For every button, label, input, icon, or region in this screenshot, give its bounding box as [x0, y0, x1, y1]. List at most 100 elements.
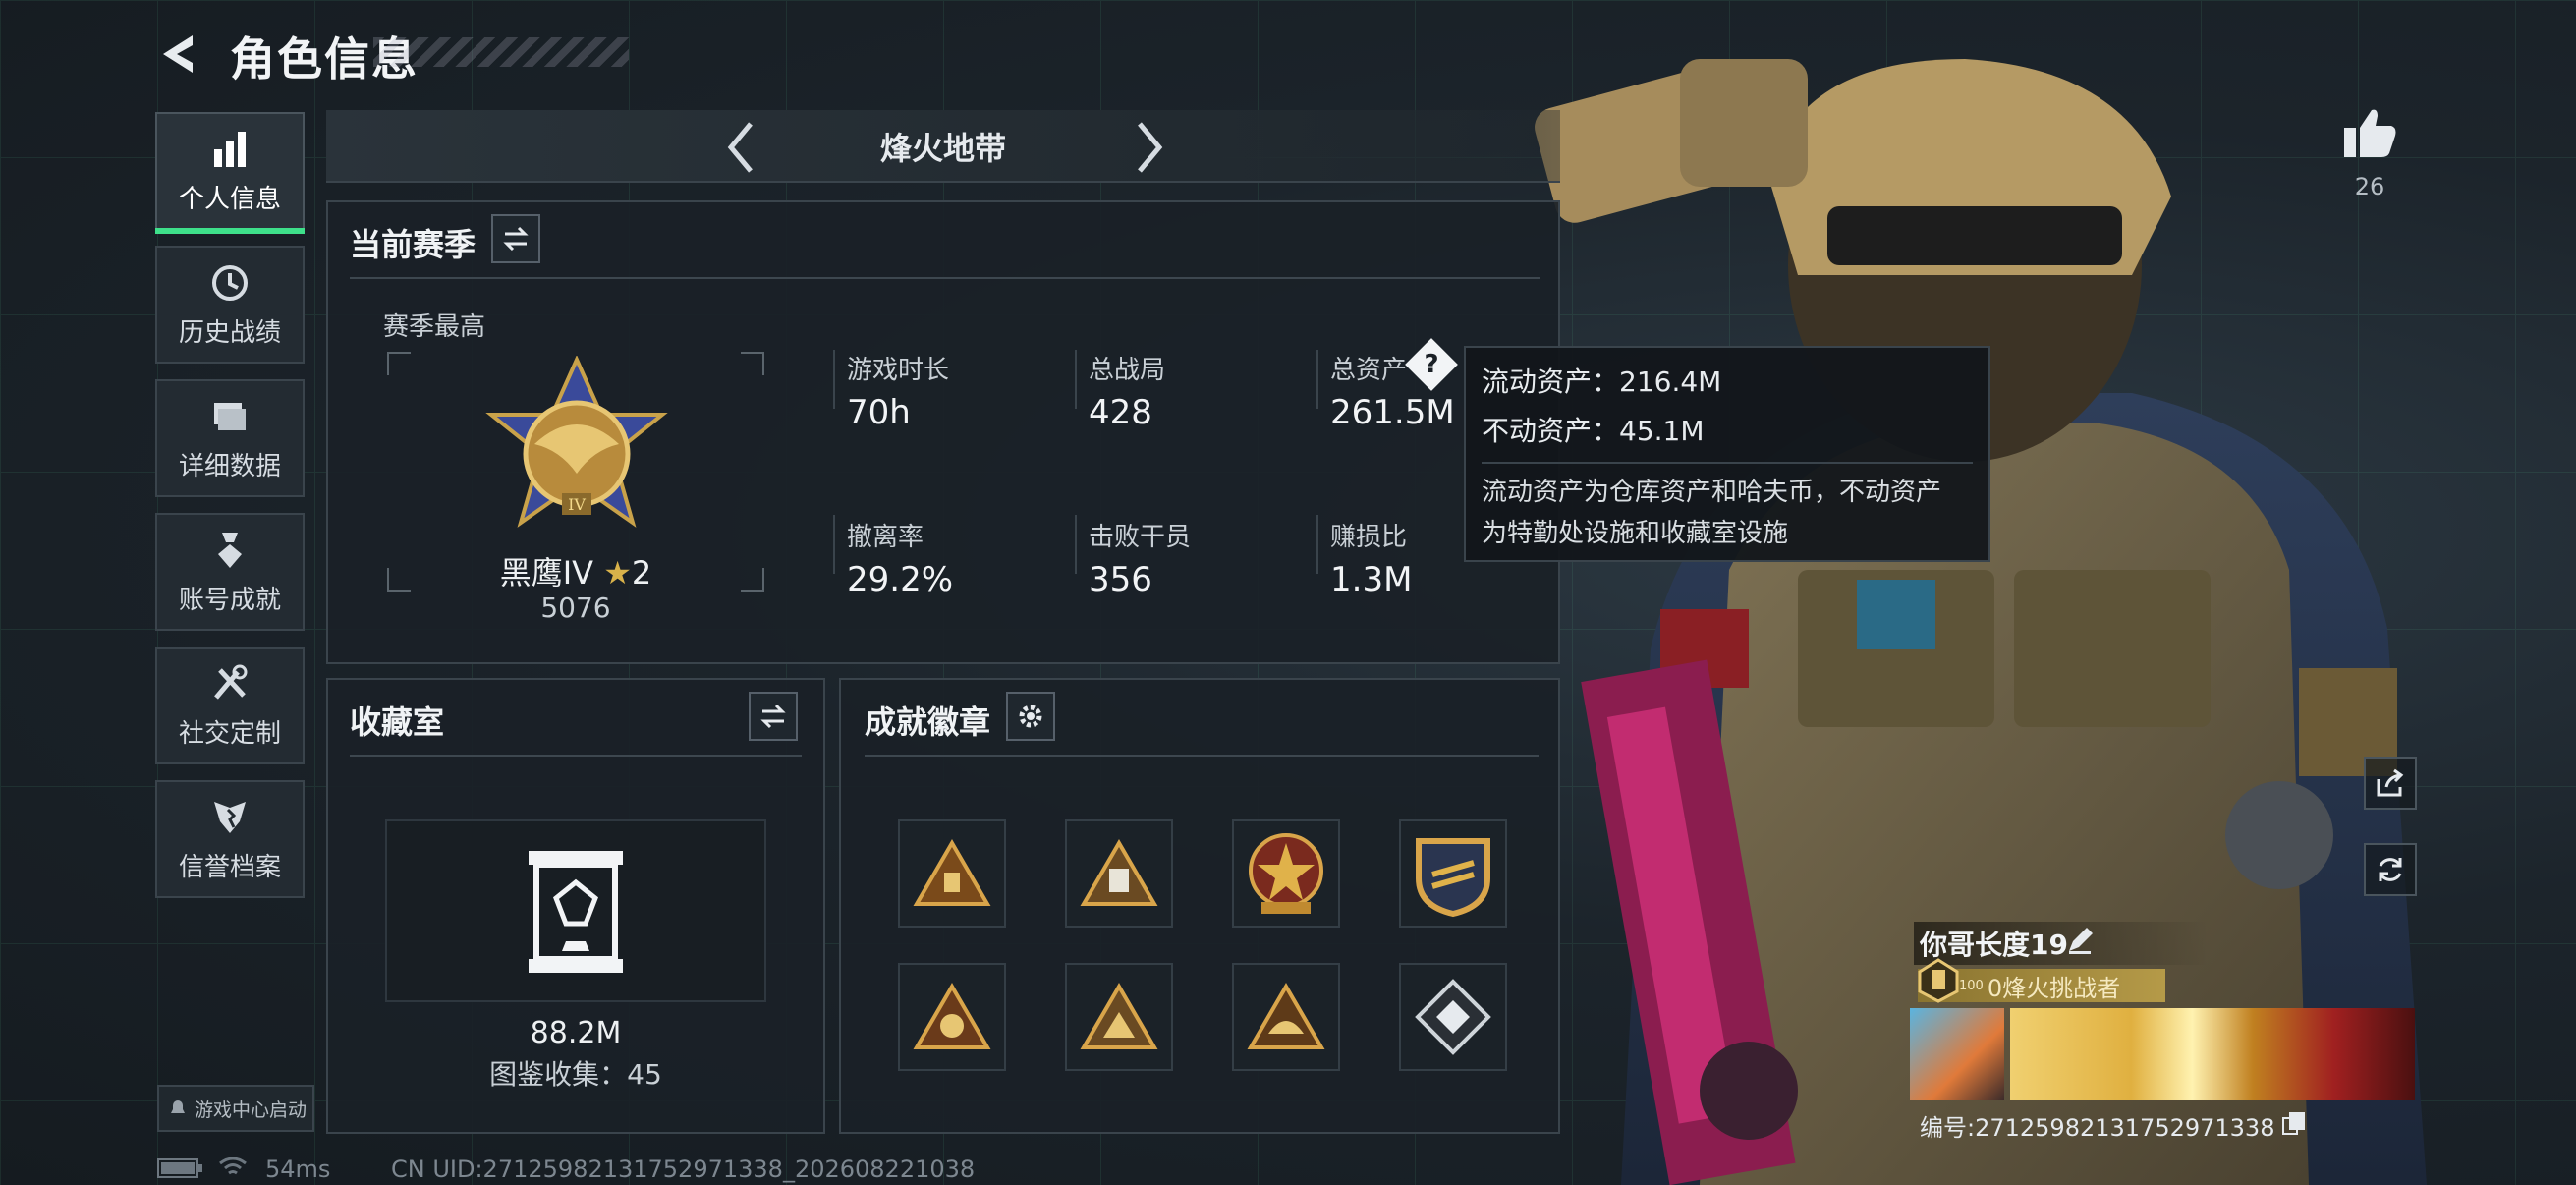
liquid-assets: 流动资产：216.4M: [1482, 366, 1722, 398]
folder-icon: [214, 402, 246, 430]
mode-label: 烽火地带: [879, 130, 1006, 167]
sidebar-item-personal-info[interactable]: 个人信息: [155, 112, 305, 234]
collection-value: 88.2M: [530, 1016, 622, 1050]
rank-name: 黑鹰IV: [499, 554, 594, 592]
thumbs-up-icon[interactable]: [2340, 106, 2399, 159]
season-best-label: 赛季最高: [383, 312, 486, 342]
achievement-badge[interactable]: [1232, 819, 1340, 928]
share-icon: [2377, 768, 2404, 797]
stat-label: 总战局: [1089, 356, 1166, 385]
wifi-icon: [219, 1157, 247, 1175]
sidebar-item-label: 详细数据: [178, 451, 281, 481]
refresh-icon: [2379, 858, 2402, 881]
stat-value: 29.2%: [847, 560, 954, 599]
achievement-badge[interactable]: [898, 963, 1006, 1071]
swap-icon: [760, 704, 786, 729]
diamond-badge-icon: [1415, 979, 1491, 1055]
divider: [350, 755, 802, 757]
refresh-button[interactable]: [2364, 843, 2417, 896]
chevron-right-icon[interactable]: [1130, 118, 1169, 177]
sidebar-item-reputation[interactable]: 信誉档案: [155, 780, 305, 898]
gear-icon: [1019, 705, 1042, 728]
triangle-badge-icon: [1080, 839, 1158, 906]
stat-label: 击败干员: [1089, 523, 1192, 552]
rank-name-line: 黑鹰IV ★2: [385, 548, 766, 593]
fixed-assets: 不动资产：45.1M: [1482, 415, 1705, 447]
star-icon: ★: [603, 554, 632, 592]
stat-value: 1.3M: [1330, 560, 1413, 599]
player-title-tag: 100 0烽火挑战者: [1918, 958, 2165, 1003]
player-avatar[interactable]: [1910, 1008, 2004, 1100]
triangle-badge-icon: [913, 839, 991, 906]
stat-value: 356: [1089, 560, 1152, 599]
ping-value: 54ms: [265, 1156, 331, 1183]
help-icon-glyph: ?: [1424, 350, 1439, 379]
swap-icon: [503, 226, 529, 252]
sidebar-item-history[interactable]: 历史战绩: [155, 246, 305, 364]
game-center-launch-button[interactable]: 游戏中心启动: [157, 1085, 314, 1132]
achievement-badge[interactable]: [1232, 963, 1340, 1071]
collection-title: 收藏室: [350, 704, 445, 741]
shield-icon: [214, 801, 246, 833]
achievement-badge[interactable]: [1065, 819, 1173, 928]
achievements-settings-button[interactable]: [1006, 692, 1055, 741]
level-emblem-icon: [1918, 958, 1959, 1003]
sidebar-item-label: 历史战绩: [178, 317, 281, 348]
rank-score: 5076: [540, 592, 611, 624]
sidebar-item-social[interactable]: 社交定制: [155, 647, 305, 764]
title-decoration: [373, 37, 629, 67]
uid-line: CN UID:27125982131752971338_202608221038: [391, 1156, 976, 1183]
collection-switch-button[interactable]: [749, 692, 798, 741]
stat-label: 游戏时长: [847, 356, 950, 385]
chevron-left-icon[interactable]: [721, 118, 760, 177]
stat-value: 261.5M: [1330, 393, 1455, 432]
divider: [865, 755, 1539, 757]
switch-season-button[interactable]: [491, 214, 540, 263]
edit-pencil-icon[interactable]: [2065, 926, 2095, 955]
assets-description-line2: 为特勤处设施和收藏室设施: [1482, 519, 1789, 548]
catalog-count: 图鉴收集：45: [489, 1058, 662, 1091]
player-name: 你哥长度19: [1920, 929, 2068, 961]
black-hawk-rank-emblem-icon: IV: [485, 356, 668, 528]
sidebar-item-label: 账号成就: [178, 585, 281, 615]
like-count: 26: [2354, 173, 2385, 200]
svg-text:IV: IV: [568, 495, 586, 514]
sidebar-item-achievements[interactable]: 账号成就: [155, 513, 305, 631]
sidebar-item-label: 个人信息: [178, 184, 281, 214]
rank-stars: 2: [631, 554, 652, 592]
assets-tooltip: 流动资产：216.4M 不动资产：45.1M 流动资产为仓库资产和哈夫币，不动资…: [1464, 346, 1990, 562]
stat-label: 撤离率: [847, 523, 924, 552]
stat-label: 赚损比: [1330, 523, 1408, 552]
player-level: 100: [1959, 978, 1984, 993]
stat-value: 70h: [847, 393, 911, 432]
star-medal-icon: [1249, 833, 1323, 914]
stat-label: 总资产: [1330, 356, 1408, 385]
player-id: 编号:27125982131752971338: [1920, 1114, 2275, 1142]
assets-description-line1: 流动资产为仓库资产和哈夫币，不动资产: [1482, 478, 1942, 507]
bell-icon: [171, 1100, 185, 1113]
bar-chart-icon: [214, 131, 246, 167]
achievement-badge[interactable]: [1399, 819, 1507, 928]
achievement-badge[interactable]: [898, 819, 1006, 928]
sidebar-item-label: 信誉档案: [178, 852, 281, 882]
back-arrow-icon[interactable]: [153, 29, 202, 79]
triangle-badge-icon: [913, 983, 991, 1049]
medal-icon: [218, 532, 242, 568]
tools-icon: [214, 664, 248, 700]
copy-icon[interactable]: [2281, 1110, 2307, 1136]
triangle-badge-icon: [1247, 983, 1325, 1049]
sidebar-item-detailed-data[interactable]: 详细数据: [155, 379, 305, 497]
share-button[interactable]: [2364, 757, 2417, 810]
achievement-badge[interactable]: [1399, 963, 1507, 1071]
achievements-title: 成就徽章: [865, 704, 991, 741]
season-panel-title: 当前赛季: [350, 226, 476, 263]
triangle-badge-icon: [1080, 983, 1158, 1049]
battery-icon: [157, 1158, 202, 1178]
player-banner[interactable]: [2010, 1008, 2415, 1100]
achievement-badge[interactable]: [1065, 963, 1173, 1071]
display-case-icon: [529, 851, 623, 973]
sidebar-item-label: 社交定制: [178, 718, 281, 749]
stat-value: 428: [1089, 393, 1152, 432]
launch-label: 游戏中心启动: [195, 1099, 308, 1121]
divider: [350, 277, 1540, 279]
